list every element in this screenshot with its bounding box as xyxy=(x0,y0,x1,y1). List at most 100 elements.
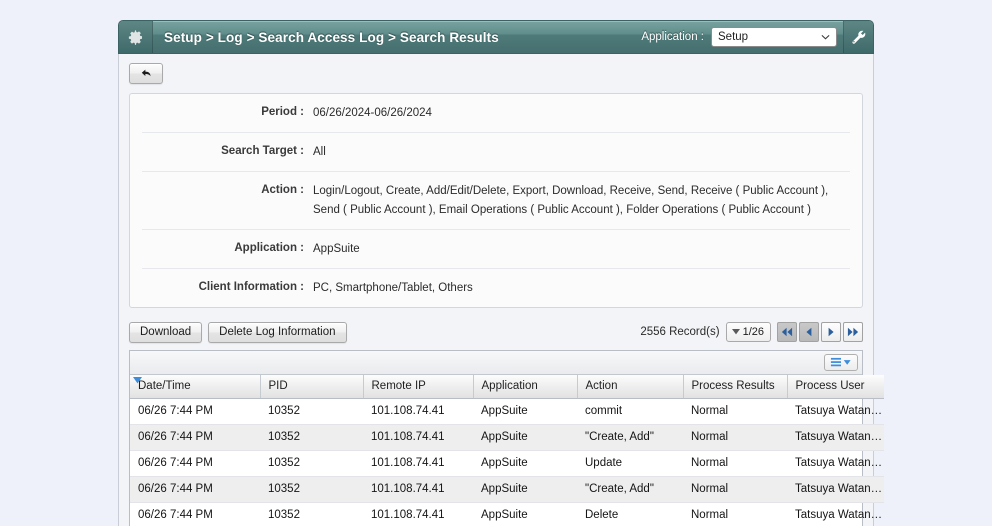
breadcrumb: Setup > Log > Search Access Log > Search… xyxy=(164,29,499,45)
cell-pid: 10352 xyxy=(260,398,363,425)
prev-page-icon xyxy=(806,327,812,337)
sort-descending-icon xyxy=(133,377,142,384)
detail-label: Search Target : xyxy=(221,145,304,157)
cell-pid: 10352 xyxy=(260,476,363,503)
detail-row-action: Action : Login/Logout, Create, Add/Edit/… xyxy=(142,172,850,230)
detail-value: Login/Logout, Create, Add/Edit/Delete, E… xyxy=(313,185,829,216)
grid-options-bar xyxy=(130,351,862,375)
detail-value: AppSuite xyxy=(313,243,360,255)
next-page-icon xyxy=(828,327,834,337)
cell-action: Delete xyxy=(585,509,619,522)
column-header-label: Application xyxy=(481,380,538,393)
cell-remote-ip: 101.108.74.41 xyxy=(363,424,473,451)
cell-application: AppSuite xyxy=(473,450,577,477)
column-header-process-results[interactable]: Process Results xyxy=(683,375,788,399)
detail-label: Action : xyxy=(261,184,304,196)
table-row[interactable]: 06/26 7:44 PM 10352 101.108.74.41 AppSui… xyxy=(130,476,884,503)
application-label: Application : xyxy=(641,31,704,43)
last-page-icon xyxy=(847,327,859,337)
list-toolbar: Download Delete Log Information 2556 Rec… xyxy=(129,321,863,343)
cell-process-results: Normal xyxy=(683,398,787,425)
last-page-button[interactable] xyxy=(843,322,863,342)
cell-remote-ip: 101.108.74.41 xyxy=(363,476,473,503)
column-header-action[interactable]: Action xyxy=(577,375,684,399)
pagination-group: 2556 Record(s) 1/26 xyxy=(640,322,863,342)
table-row[interactable]: 06/26 7:44 PM 10352 101.108.74.41 AppSui… xyxy=(130,424,884,451)
cell-date-time: 06/26 7:44 PM xyxy=(130,424,260,451)
detail-value: PC, Smartphone/Tablet, Others xyxy=(313,282,473,294)
cell-process-user: Tatsuya Watanabe xyxy=(795,509,884,522)
hamburger-icon xyxy=(830,357,851,367)
table-row[interactable]: 06/26 7:44 PM 10352 101.108.74.41 AppSui… xyxy=(130,502,884,526)
page-root: Setup > Log > Search Access Log > Search… xyxy=(0,0,992,526)
application-select[interactable]: Setup xyxy=(711,27,837,47)
cell-application: AppSuite xyxy=(473,398,577,425)
cell-remote-ip: 101.108.74.41 xyxy=(363,450,473,477)
cell-process-user: Tatsuya Watanabe xyxy=(787,476,884,503)
column-header-label: Process Results xyxy=(691,380,775,393)
detail-row-search-target: Search Target : All xyxy=(142,133,850,172)
cell-remote-ip: 101.108.74.41 xyxy=(363,398,473,425)
column-header-label: PID xyxy=(268,380,288,393)
prev-page-button[interactable] xyxy=(799,322,819,342)
gear-icon xyxy=(119,21,153,53)
cell-action: "Create, Add" xyxy=(577,424,683,451)
app-window: Setup > Log > Search Access Log > Search… xyxy=(118,20,884,526)
page-select-value: 1/26 xyxy=(742,326,764,338)
title-bar: Setup > Log > Search Access Log > Search… xyxy=(118,20,874,54)
column-header-pid[interactable]: PID xyxy=(260,375,364,399)
table-row[interactable]: 06/26 7:44 PM 10352 101.108.74.41 AppSui… xyxy=(130,398,884,425)
cell-application: AppSuite xyxy=(473,476,577,503)
list-menu-icon[interactable] xyxy=(824,354,858,371)
first-page-button[interactable] xyxy=(777,322,797,342)
detail-row-application: Application : AppSuite xyxy=(142,230,850,269)
detail-row-period: Period : 06/26/2024-06/26/2024 xyxy=(142,94,850,133)
detail-value: All xyxy=(313,146,326,158)
triangle-down-icon xyxy=(731,329,740,335)
cell-process-results: Normal xyxy=(683,424,787,451)
cell-process-results: Normal xyxy=(683,450,787,477)
detail-label: Period : xyxy=(261,106,304,118)
cell-date-time: 06/26 7:44 PM xyxy=(130,398,260,425)
cell-remote-ip: 101.108.74.41 xyxy=(371,509,445,522)
log-results-grid: Date/Time PID Remote IP Application Acti… xyxy=(129,350,884,526)
back-button[interactable] xyxy=(129,63,163,84)
chevron-down-icon xyxy=(821,34,830,40)
detail-row-client-information: Client Information : PC, Smartphone/Tabl… xyxy=(142,269,850,307)
cell-date-time: 06/26 7:44 PM xyxy=(130,450,260,477)
cell-application: AppSuite xyxy=(473,424,577,451)
record-count-label: 2556 Record(s) xyxy=(640,326,720,338)
wrench-icon[interactable] xyxy=(843,21,873,53)
column-header-label: Remote IP xyxy=(371,380,426,393)
cell-action: "Create, Add" xyxy=(577,476,683,503)
column-header-label: Date/Time xyxy=(138,380,191,393)
search-criteria-panel: Period : 06/26/2024-06/26/2024 Search Ta… xyxy=(129,93,863,308)
download-button[interactable]: Download xyxy=(129,321,203,343)
cell-pid: 10352 xyxy=(268,509,300,522)
table-header-row: Date/Time PID Remote IP Application Acti… xyxy=(130,375,884,399)
column-header-remote-ip[interactable]: Remote IP xyxy=(363,375,474,399)
table-row[interactable]: 06/26 7:44 PM 10352 101.108.74.41 AppSui… xyxy=(130,450,884,477)
back-arrow-icon xyxy=(141,69,151,77)
cell-application: AppSuite xyxy=(481,509,528,522)
application-select-value: Setup xyxy=(718,31,749,43)
detail-label: Application : xyxy=(234,242,304,254)
next-page-button[interactable] xyxy=(821,322,841,342)
column-header-process-user[interactable]: Process User xyxy=(787,375,884,399)
cell-date-time: 06/26 7:44 PM xyxy=(138,509,213,522)
column-header-application[interactable]: Application xyxy=(473,375,578,399)
delete-log-information-button[interactable]: Delete Log Information xyxy=(208,321,347,343)
titlebar-right-group: Application : Setup xyxy=(641,21,873,53)
detail-value: 06/26/2024-06/26/2024 xyxy=(313,107,432,119)
content-area: Period : 06/26/2024-06/26/2024 Search Ta… xyxy=(118,54,884,526)
cell-process-user: Tatsuya Watanabe xyxy=(787,398,884,425)
cell-process-user: Tatsuya Watanabe xyxy=(787,424,884,451)
cell-action: Update xyxy=(577,450,683,477)
cell-pid: 10352 xyxy=(260,450,363,477)
cell-process-results: Normal xyxy=(691,509,729,522)
cell-pid: 10352 xyxy=(260,424,363,451)
first-page-icon xyxy=(781,327,793,337)
page-select[interactable]: 1/26 xyxy=(725,322,771,342)
column-header-date-time[interactable]: Date/Time xyxy=(130,375,261,399)
cell-action: commit xyxy=(577,398,683,425)
